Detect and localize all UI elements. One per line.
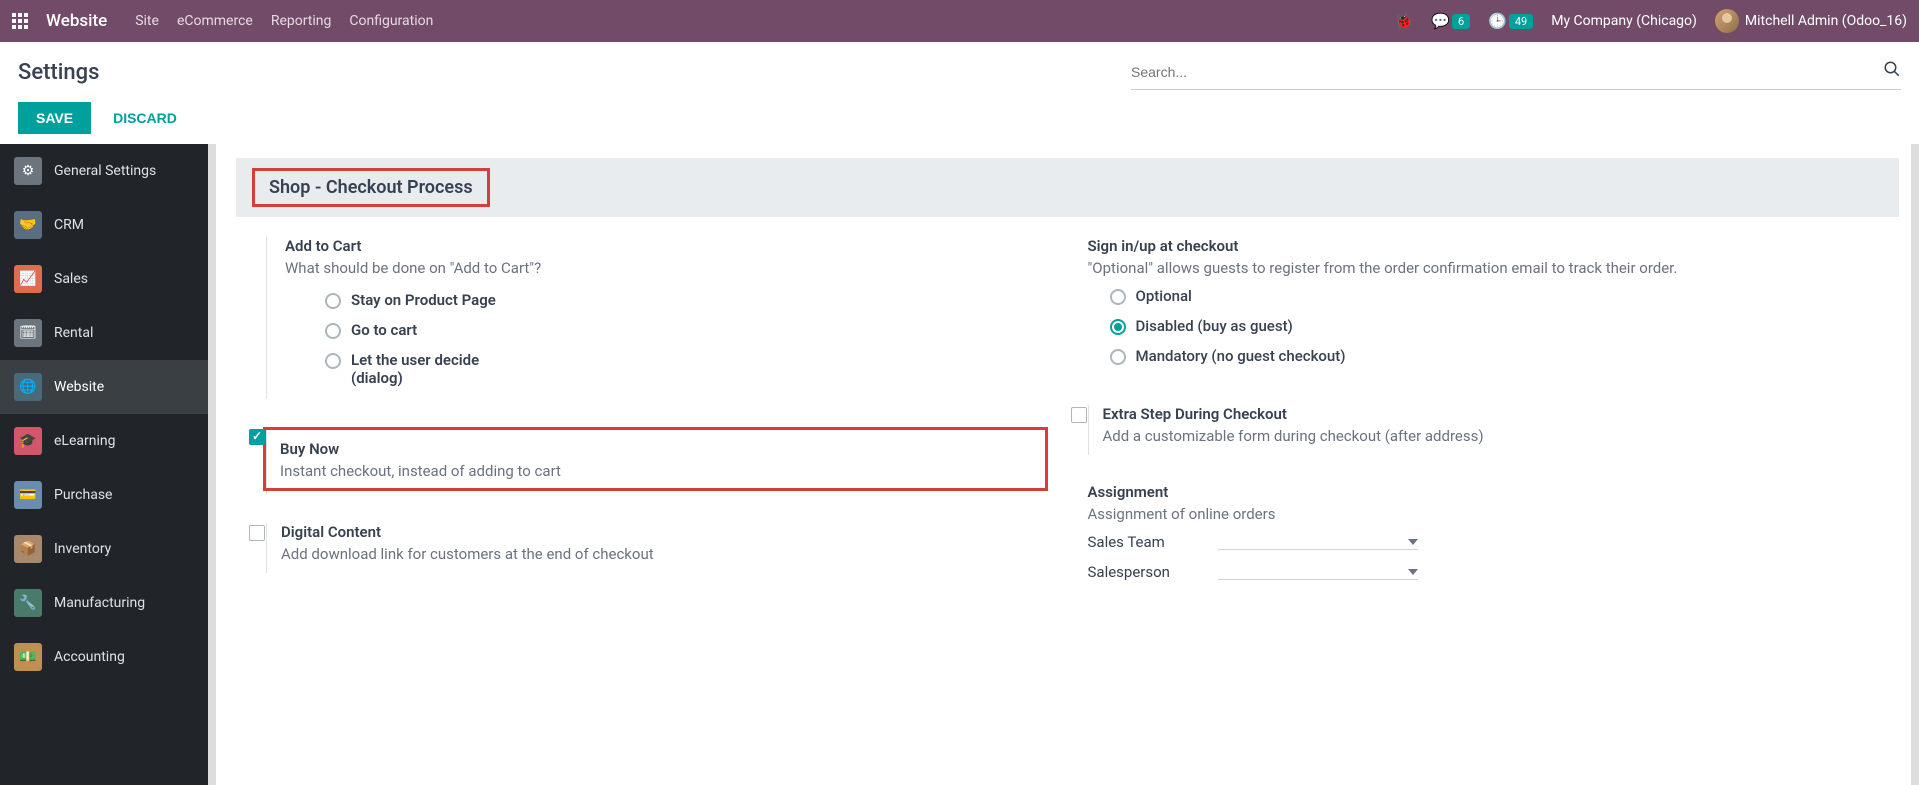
sidebar-item-label: Inventory <box>54 541 111 557</box>
sidebar-icon: ⚙ <box>14 157 42 185</box>
radio-stay-on-page[interactable]: Stay on Product Page <box>325 291 1048 309</box>
sidebar-icon: 💵 <box>14 643 42 671</box>
setting-desc: Instant checkout, instead of adding to c… <box>280 462 1031 480</box>
apps-icon[interactable] <box>12 13 28 29</box>
company-switcher[interactable]: My Company (Chicago) <box>1551 13 1697 29</box>
search-icon[interactable] <box>1883 60 1901 83</box>
sidebar-item-label: eLearning <box>54 433 115 449</box>
sidebar-item-crm[interactable]: 🤝 CRM <box>0 198 216 252</box>
brand-title[interactable]: Website <box>46 11 107 31</box>
radio-disabled[interactable]: Disabled (buy as guest) <box>1110 317 1870 335</box>
user-menu[interactable]: Mitchell Admin (Odoo_16) <box>1715 9 1907 33</box>
sidebar-item-label: General Settings <box>54 163 156 179</box>
sidebar-icon: 🎓 <box>14 427 42 455</box>
radio-icon <box>325 323 341 339</box>
radio-mandatory[interactable]: Mandatory (no guest checkout) <box>1110 347 1870 365</box>
setting-title: Digital Content <box>281 523 1048 541</box>
header: Settings SAVE DISCARD <box>0 42 1919 144</box>
setting-title: Add to Cart <box>285 237 1048 255</box>
search-input[interactable] <box>1131 64 1883 80</box>
setting-title: Buy Now <box>280 440 1031 458</box>
sidebar-icon: 📦 <box>14 535 42 563</box>
sidebar-icon: 🔧 <box>14 589 42 617</box>
buy-now-checkbox[interactable] <box>249 429 265 445</box>
sidebar-item-website[interactable]: 🌐 Website <box>0 360 216 414</box>
page-title: Settings <box>18 60 99 85</box>
radio-go-to-cart[interactable]: Go to cart <box>325 321 1048 339</box>
radio-icon <box>1110 349 1126 365</box>
sidebar-item-accounting[interactable]: 💵 Accounting <box>0 630 216 684</box>
avatar <box>1715 9 1739 33</box>
sidebar: ⚙ General Settings 🤝 CRM 📈 Sales 🗓 Rental 🌐 Websi… <box>0 144 216 785</box>
sidebar-icon: 📈 <box>14 265 42 293</box>
setting-assignment: Assignment Assignment of online orders S… <box>1088 483 1870 593</box>
sidebar-item-sales[interactable]: 📈 Sales <box>0 252 216 306</box>
sidebar-item-general-settings[interactable]: ⚙ General Settings <box>0 144 216 198</box>
sales-team-label: Sales Team <box>1088 533 1218 551</box>
radio-let-user-decide[interactable]: Let the user decide (dialog) <box>325 351 1048 387</box>
chevron-down-icon <box>1408 539 1418 545</box>
sidebar-icon: 🗓 <box>14 319 42 347</box>
setting-desc: Add a customizable form during checkout … <box>1103 427 1870 445</box>
sidebar-item-rental[interactable]: 🗓 Rental <box>0 306 216 360</box>
messages-icon[interactable]: 💬6 <box>1431 12 1470 30</box>
sidebar-item-label: Rental <box>54 325 93 341</box>
setting-title: Sign in/up at checkout <box>1088 237 1870 255</box>
setting-desc: Assignment of online orders <box>1088 505 1870 523</box>
sidebar-item-purchase[interactable]: 💳 Purchase <box>0 468 216 522</box>
section-title-highlight: Shop - Checkout Process <box>252 168 490 207</box>
radio-icon <box>325 353 341 369</box>
debug-icon[interactable]: 🐞 <box>1395 12 1414 30</box>
content: Shop - Checkout Process Add to Cart What… <box>216 144 1919 785</box>
nav-ecommerce[interactable]: eCommerce <box>177 13 253 29</box>
setting-sign-in: Sign in/up at checkout "Optional" allows… <box>1088 237 1870 377</box>
sidebar-item-elearning[interactable]: 🎓 eLearning <box>0 414 216 468</box>
sidebar-item-label: CRM <box>54 217 84 233</box>
sales-team-select[interactable] <box>1218 535 1418 550</box>
setting-buy-now: Buy Now Instant checkout, instead of add… <box>266 427 1048 495</box>
search-bar <box>1131 54 1901 90</box>
sidebar-item-label: Manufacturing <box>54 595 145 611</box>
sidebar-item-manufacturing[interactable]: 🔧 Manufacturing <box>0 576 216 630</box>
nav-reporting[interactable]: Reporting <box>271 13 332 29</box>
buy-now-highlight: Buy Now Instant checkout, instead of add… <box>263 427 1048 491</box>
radio-icon <box>1110 289 1126 305</box>
messages-badge: 6 <box>1452 14 1470 29</box>
nav-site[interactable]: Site <box>135 13 159 29</box>
navbar: Website Site eCommerce Reporting Configu… <box>0 0 1919 42</box>
setting-add-to-cart: Add to Cart What should be done on "Add … <box>266 237 1048 399</box>
activities-badge: 49 <box>1509 14 1533 29</box>
radio-optional[interactable]: Optional <box>1110 287 1870 305</box>
salesperson-label: Salesperson <box>1088 563 1218 581</box>
setting-digital-content: Digital Content Add download link for cu… <box>266 523 1048 573</box>
sidebar-item-label: Sales <box>54 271 88 287</box>
setting-desc: "Optional" allows guests to register fro… <box>1088 259 1870 277</box>
sidebar-item-label: Purchase <box>54 487 112 503</box>
sidebar-item-inventory[interactable]: 📦 Inventory <box>0 522 216 576</box>
setting-title: Assignment <box>1088 483 1870 501</box>
sidebar-item-label: Website <box>54 379 104 395</box>
sidebar-icon: 💳 <box>14 481 42 509</box>
radio-icon <box>1110 319 1126 335</box>
section-title: Shop - Checkout Process <box>269 177 473 198</box>
setting-extra-step: Extra Step During Checkout Add a customi… <box>1088 405 1870 455</box>
sidebar-icon: 🌐 <box>14 373 42 401</box>
setting-title: Extra Step During Checkout <box>1103 405 1870 423</box>
activities-icon[interactable]: 🕒49 <box>1488 12 1533 30</box>
sidebar-item-label: Accounting <box>54 649 125 665</box>
setting-desc: What should be done on "Add to Cart"? <box>285 259 1048 277</box>
extra-step-checkbox[interactable] <box>1071 407 1087 423</box>
section-header: Shop - Checkout Process <box>236 158 1899 217</box>
radio-icon <box>325 293 341 309</box>
salesperson-select[interactable] <box>1218 565 1418 580</box>
nav-configuration[interactable]: Configuration <box>349 13 433 29</box>
chevron-down-icon <box>1408 569 1418 575</box>
discard-button[interactable]: DISCARD <box>103 102 187 134</box>
user-name: Mitchell Admin (Odoo_16) <box>1745 13 1907 29</box>
digital-content-checkbox[interactable] <box>249 525 265 541</box>
sidebar-icon: 🤝 <box>14 211 42 239</box>
save-button[interactable]: SAVE <box>18 102 91 134</box>
setting-desc: Add download link for customers at the e… <box>281 545 1048 563</box>
